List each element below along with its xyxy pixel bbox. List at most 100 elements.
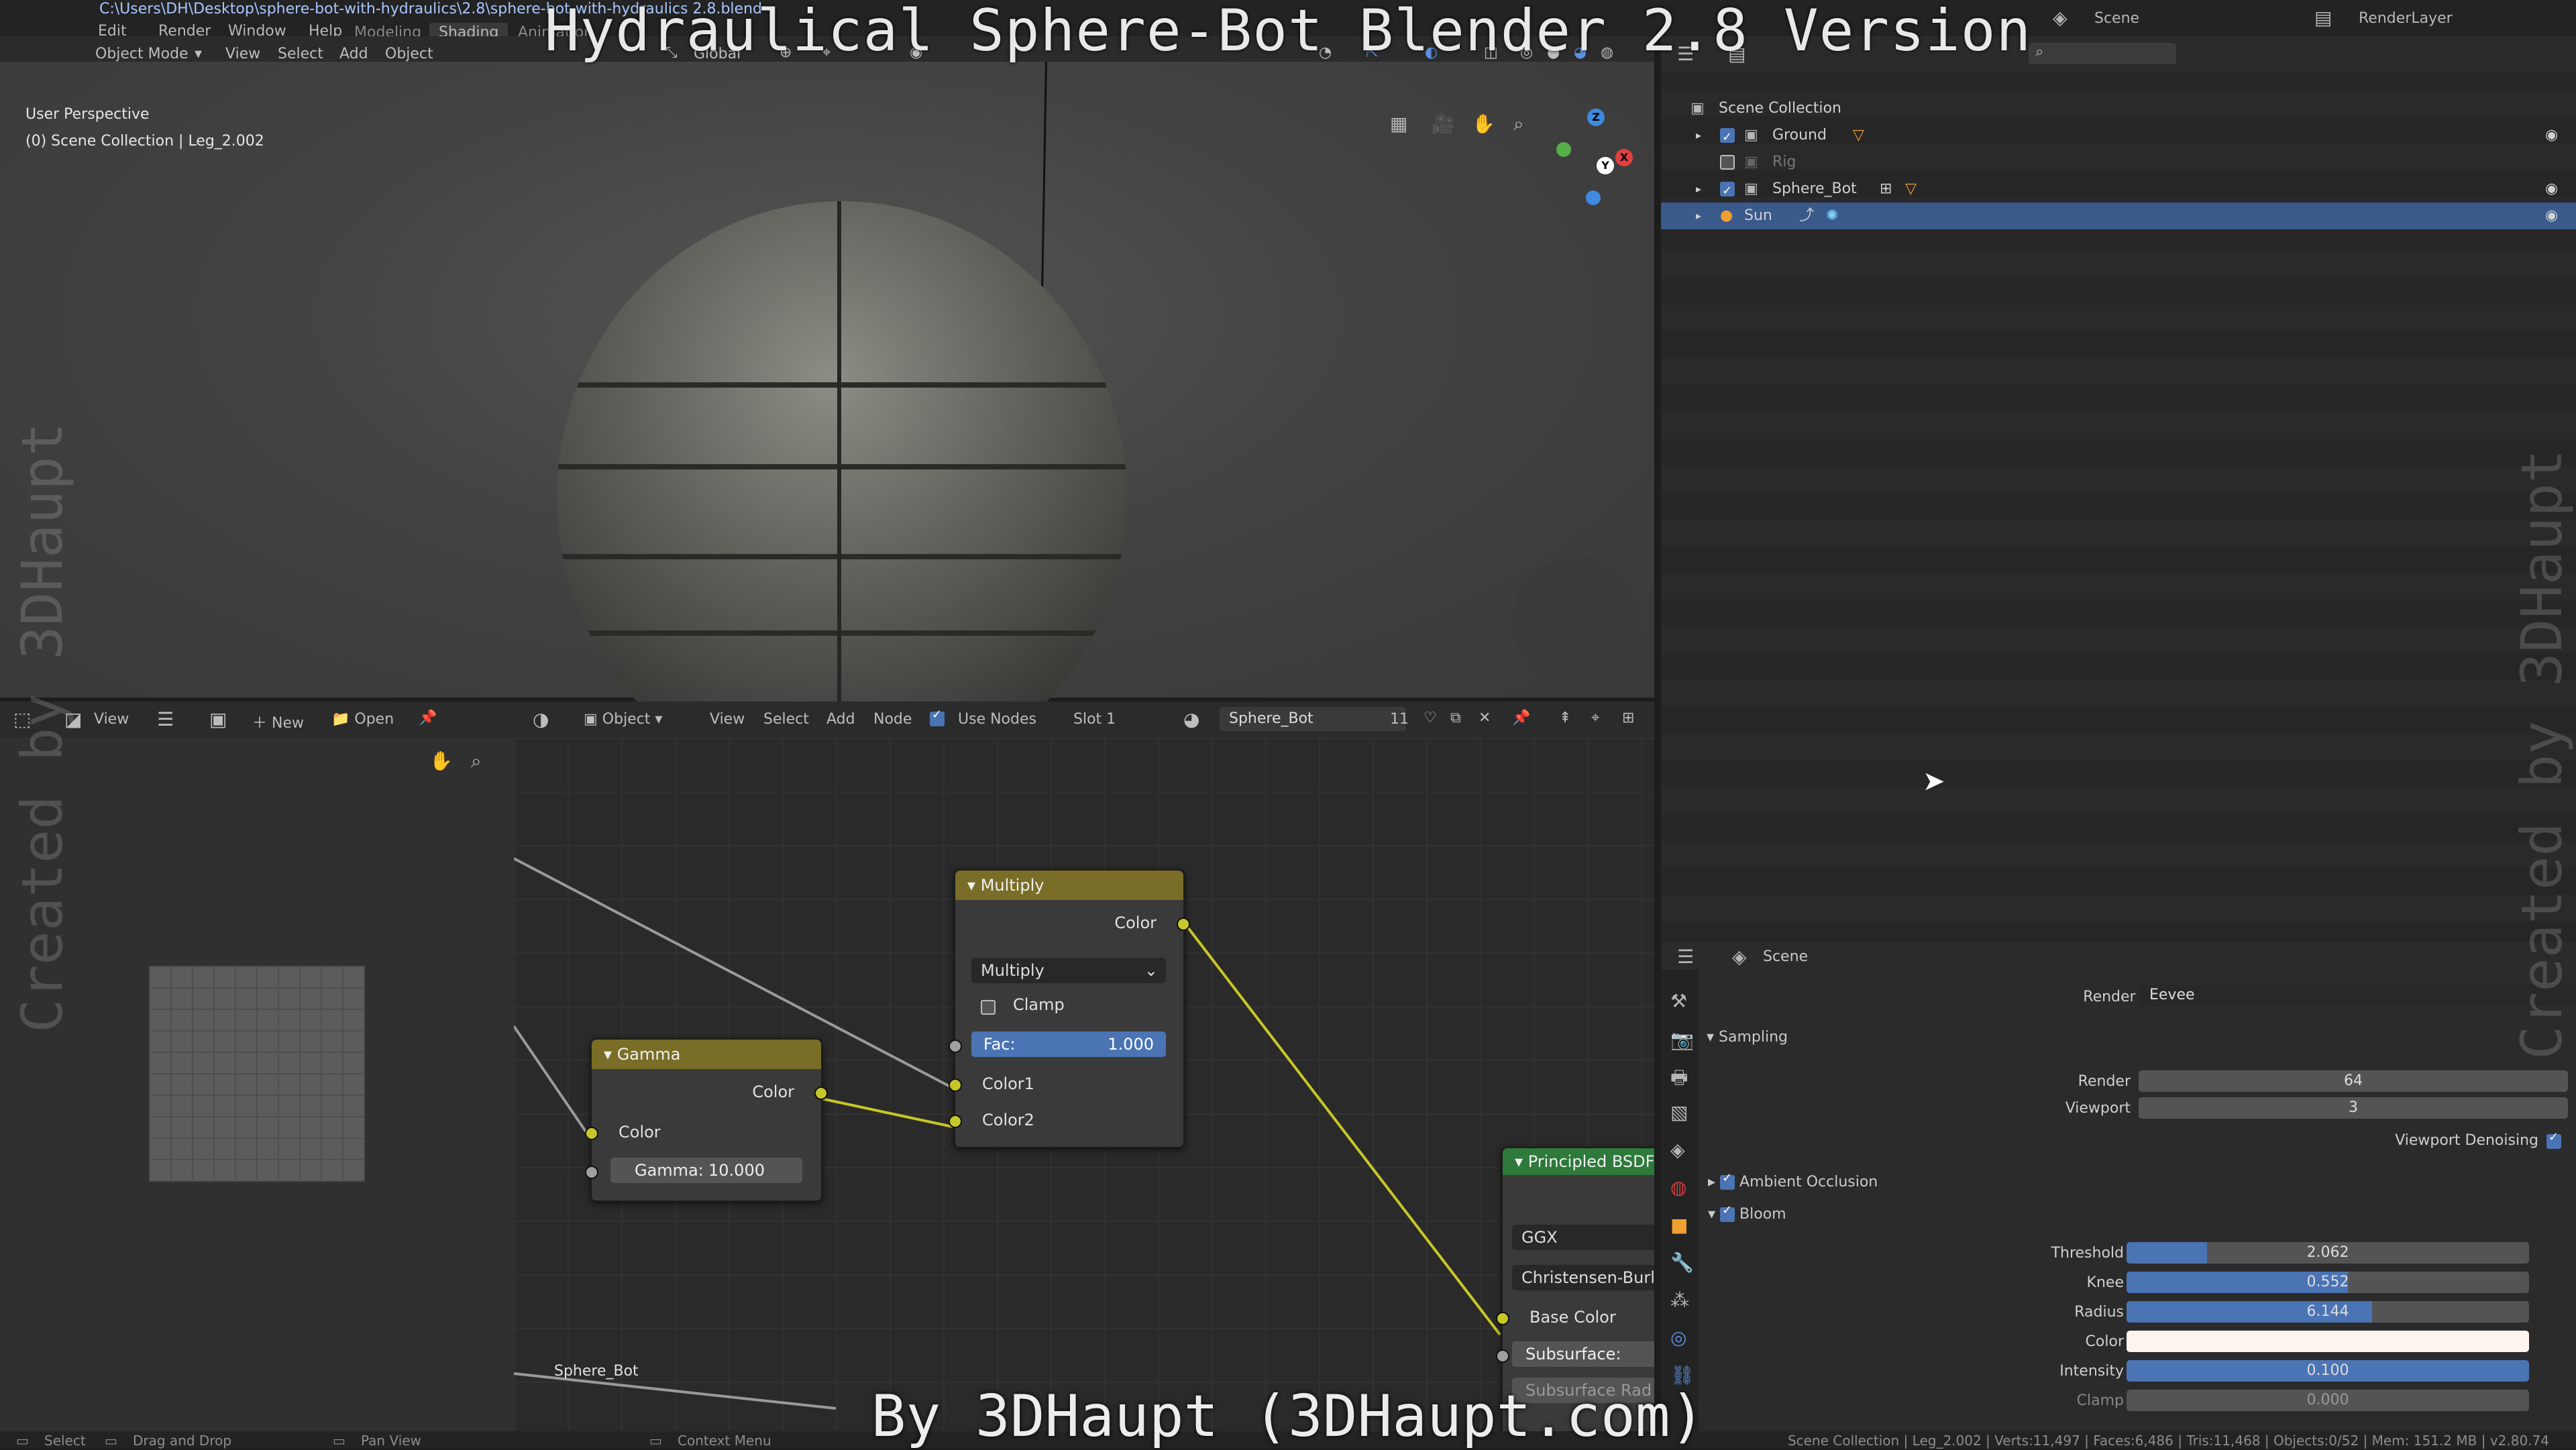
- gizmo-neg-y-axis[interactable]: [1556, 142, 1571, 157]
- intensity-slider[interactable]: 0.100: [2127, 1360, 2529, 1382]
- material-browse-icon[interactable]: ◕: [1183, 708, 1199, 730]
- editor-type-icon[interactable]: ☰: [1677, 946, 1694, 968]
- pan-hand-icon[interactable]: ✋: [1472, 113, 1495, 135]
- multiply-output-socket[interactable]: [1177, 917, 1190, 931]
- color2-input-socket[interactable]: [949, 1115, 962, 1128]
- knee-slider[interactable]: 0.552: [2127, 1272, 2529, 1293]
- bloom-color-swatch[interactable]: [2127, 1331, 2529, 1352]
- gamma-output-socket[interactable]: [814, 1086, 828, 1100]
- open-image-button[interactable]: 📁 Open: [331, 711, 394, 728]
- fake-user-icon[interactable]: ♡: [1424, 710, 1437, 726]
- close-icon[interactable]: ✕: [1479, 710, 1491, 726]
- outliner-item-sun[interactable]: ▸ ● Sun ⤴ ✺ ◉: [1661, 203, 2576, 229]
- viewport-denoising-checkbox[interactable]: [2546, 1130, 2561, 1150]
- gamma-color-input-socket[interactable]: [585, 1127, 598, 1140]
- outliner-item-sphere-bot[interactable]: ▸ ▣ Sphere_Bot ⊞ ▽ ◉: [1661, 176, 2576, 205]
- toggle-camera-view-icon[interactable]: ▦: [1390, 113, 1407, 135]
- eye-icon[interactable]: ◉: [2545, 203, 2558, 229]
- color1-input-socket[interactable]: [949, 1078, 962, 1092]
- node-tree-type-icon[interactable]: ◑: [533, 708, 549, 730]
- eye-icon[interactable]: ◉: [2545, 122, 2558, 149]
- expand-arrow-icon[interactable]: ▸: [1696, 203, 1701, 229]
- navigation-gizmo[interactable]: X Y Z: [1536, 107, 1644, 215]
- outliner-scene-collection[interactable]: ▣ Scene Collection: [1661, 95, 2576, 122]
- properties-tabs: ⚒ 📷 🖶 ▧ ◈ ◍ ■ 🔧 ⁂ ◎ ⛓: [1661, 970, 1699, 1431]
- duplicate-icon[interactable]: ⧉: [1450, 710, 1461, 726]
- multiply-node-header[interactable]: ▾ Multiply: [955, 871, 1183, 900]
- material-name-field[interactable]: Sphere_Bot: [1220, 707, 1406, 731]
- pin-icon[interactable]: 📌: [419, 710, 437, 726]
- parent-node-tree-icon[interactable]: ⇞: [1559, 710, 1571, 726]
- fac-field[interactable]: Fac: 1.000: [971, 1031, 1166, 1057]
- particles-tab-icon[interactable]: ⁂: [1670, 1289, 1689, 1311]
- node-editor-canvas[interactable]: Sphere_Bot ▾ Multiply Color Multiply ⌄ C…: [514, 738, 1654, 1431]
- distribution-dropdown[interactable]: GGX: [1512, 1225, 1654, 1250]
- output-tab-icon[interactable]: 🖶: [1670, 1064, 1688, 1096]
- gamma-field[interactable]: Gamma: 10.000: [610, 1158, 802, 1183]
- outliner-item-rig[interactable]: ▣ Rig: [1661, 149, 2576, 176]
- gamma-value-input-socket[interactable]: [585, 1166, 598, 1179]
- gizmo-x-axis[interactable]: X: [1615, 149, 1633, 166]
- scene-tab-icon[interactable]: ◈: [1670, 1139, 1685, 1161]
- new-image-button[interactable]: ＋ New: [252, 711, 304, 732]
- node-object-dropdown[interactable]: ▣ Object ▾: [584, 711, 662, 728]
- outliner-item-label: Ground: [1772, 127, 1827, 144]
- expand-arrow-icon[interactable]: ▸: [1696, 176, 1701, 203]
- gizmo-y-axis[interactable]: Y: [1597, 157, 1614, 174]
- threshold-slider[interactable]: 2.062: [2127, 1242, 2529, 1264]
- base-color-socket[interactable]: [1496, 1312, 1509, 1325]
- view-layer-tab-icon[interactable]: ▧: [1670, 1101, 1688, 1123]
- zoom-icon[interactable]: ⌕: [471, 750, 482, 773]
- sampling-panel-header[interactable]: ▾ Sampling: [1707, 1029, 1788, 1046]
- ambient-occlusion-checkbox[interactable]: [1720, 1171, 1735, 1190]
- blend-mode-dropdown[interactable]: Multiply ⌄: [971, 958, 1166, 983]
- fac-input-socket[interactable]: [949, 1040, 962, 1053]
- pin-icon[interactable]: 📌: [1512, 710, 1530, 726]
- modifier-tab-icon[interactable]: 🔧: [1670, 1251, 1694, 1274]
- gizmo-z-axis[interactable]: Z: [1587, 109, 1605, 126]
- expand-arrow-icon[interactable]: ▸: [1696, 122, 1701, 149]
- object-tab-icon[interactable]: ■: [1670, 1214, 1688, 1236]
- snap-mode-icon[interactable]: ⊞: [1622, 710, 1634, 726]
- tool-tab-icon[interactable]: ⚒: [1670, 990, 1687, 1012]
- clamp-checkbox[interactable]: [981, 998, 996, 1015]
- slot-dropdown[interactable]: Slot 1: [1073, 711, 1116, 728]
- pan-hand-icon[interactable]: ✋: [429, 750, 453, 772]
- node-menu-node[interactable]: Node: [873, 711, 912, 728]
- subsurface-socket[interactable]: [1496, 1349, 1509, 1363]
- zoom-icon[interactable]: ⌕: [1513, 113, 1524, 135]
- multiply-node[interactable]: ▾ Multiply Color Multiply ⌄ Clamp Fac: 1…: [949, 869, 1190, 1148]
- camera-icon[interactable]: 🎥: [1432, 113, 1455, 135]
- node-menu-select[interactable]: Select: [763, 711, 809, 728]
- render-tab-icon[interactable]: 📷: [1670, 1029, 1694, 1051]
- include-checkbox[interactable]: [1720, 149, 1735, 176]
- principled-node-header[interactable]: ▾ Principled BSDF: [1503, 1148, 1654, 1175]
- radius-slider[interactable]: 6.144: [2127, 1301, 2529, 1323]
- bloom-checkbox[interactable]: [1720, 1203, 1735, 1222]
- include-checkbox[interactable]: [1720, 176, 1735, 205]
- node-menu-view[interactable]: View: [710, 711, 745, 728]
- viewport-denoising-label: Viewport Denoising: [2395, 1132, 2538, 1149]
- snap-icon[interactable]: ⌖: [1591, 710, 1599, 726]
- node-menu-add[interactable]: Add: [826, 711, 855, 728]
- gamma-node-header[interactable]: ▾ Gamma: [592, 1040, 821, 1069]
- bloom-panel[interactable]: ▾ Bloom: [1708, 1203, 1786, 1223]
- use-nodes-checkbox[interactable]: [930, 708, 945, 727]
- subsurface-method-dropdown[interactable]: Christensen-Burley: [1512, 1265, 1654, 1290]
- render-samples-field[interactable]: 64: [2139, 1070, 2568, 1092]
- include-checkbox[interactable]: [1720, 122, 1735, 151]
- menu-hamburger-icon[interactable]: ☰: [157, 708, 174, 730]
- eye-icon[interactable]: ◉: [2545, 176, 2558, 203]
- ambient-occlusion-panel[interactable]: ▸ Ambient Occlusion: [1708, 1171, 1878, 1190]
- gamma-node[interactable]: ▾ Gamma Color Color Gamma: 10.000: [585, 1038, 828, 1202]
- image-view-menu[interactable]: View: [94, 711, 129, 728]
- outliner-item-ground[interactable]: ▸ ▣ Ground ▽ ◉: [1661, 122, 2576, 151]
- subsurface-field[interactable]: Subsurface:: [1512, 1341, 1654, 1367]
- world-tab-icon[interactable]: ◍: [1670, 1176, 1686, 1198]
- gizmo-neg-z-axis[interactable]: [1586, 190, 1601, 205]
- image-browse-icon[interactable]: ▣: [209, 708, 227, 730]
- viewport-samples-field[interactable]: 3: [2139, 1097, 2568, 1119]
- constraint-icon: ⤴: [1799, 207, 1815, 224]
- material-users-count[interactable]: 11: [1390, 711, 1409, 728]
- physics-tab-icon[interactable]: ◎: [1670, 1327, 1686, 1349]
